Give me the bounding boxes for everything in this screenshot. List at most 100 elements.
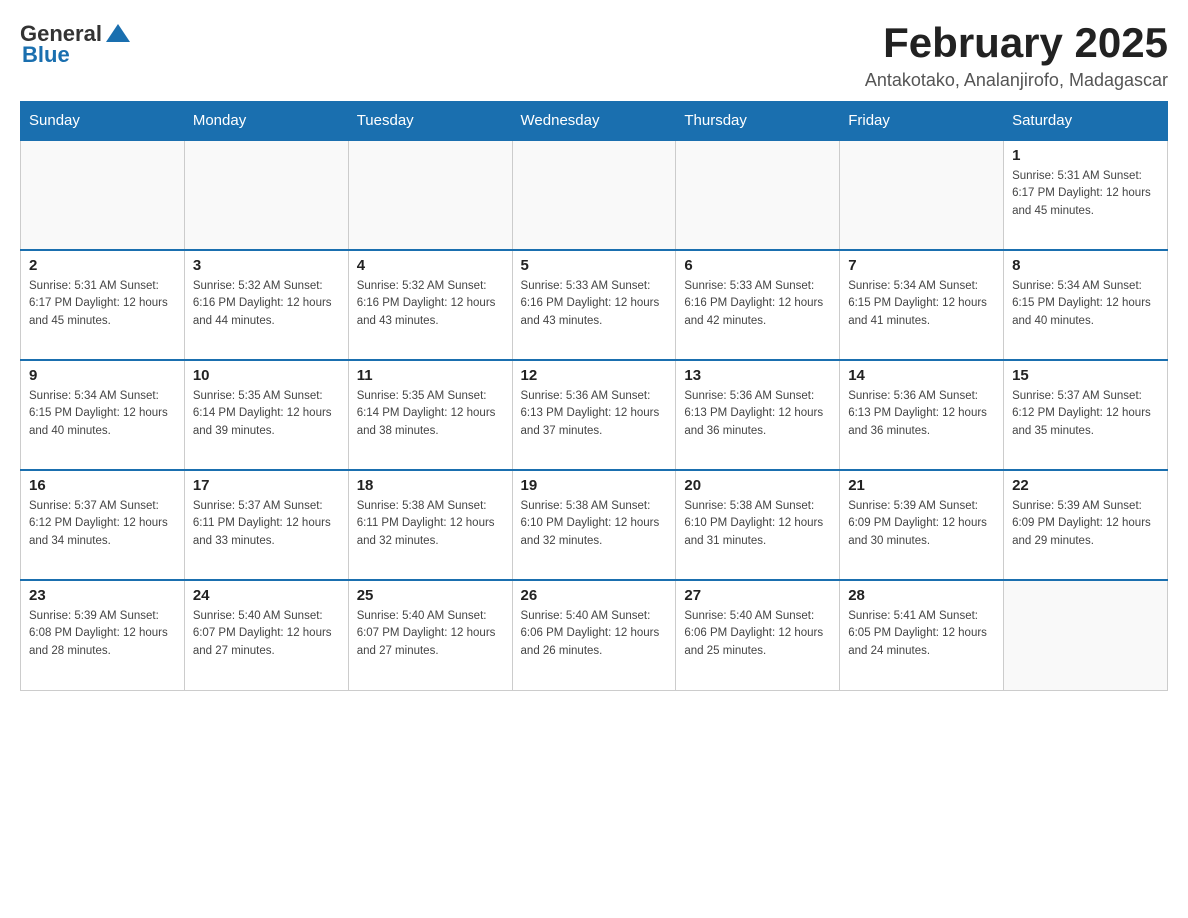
- day-number: 17: [193, 477, 340, 494]
- weekday-header-thursday: Thursday: [676, 102, 840, 141]
- calendar-cell: 13 Sunrise: 5:36 AM Sunset: 6:13 PM Dayli…: [676, 360, 840, 470]
- logo-blue-text: Blue: [22, 42, 70, 68]
- day-number: 11: [357, 367, 504, 384]
- calendar-cell: 11 Sunrise: 5:35 AM Sunset: 6:14 PM Dayli…: [348, 360, 512, 470]
- calendar-cell: 20 Sunrise: 5:38 AM Sunset: 6:10 PM Dayli…: [676, 470, 840, 580]
- calendar-cell: 17 Sunrise: 5:37 AM Sunset: 6:11 PM Dayli…: [184, 470, 348, 580]
- calendar-week-row: 1 Sunrise: 5:31 AM Sunset: 6:17 PM Daylig…: [21, 140, 1168, 250]
- calendar-cell: 27 Sunrise: 5:40 AM Sunset: 6:06 PM Dayli…: [676, 580, 840, 690]
- day-number: 21: [848, 477, 995, 494]
- weekday-header-wednesday: Wednesday: [512, 102, 676, 141]
- day-number: 24: [193, 587, 340, 604]
- day-info: Sunrise: 5:36 AM Sunset: 6:13 PM Dayligh…: [848, 388, 995, 440]
- calendar-cell: 6Sunrise: 5:33 AM Sunset: 6:16 PM Daylig…: [676, 250, 840, 360]
- day-info: Sunrise: 5:36 AM Sunset: 6:13 PM Dayligh…: [684, 388, 831, 440]
- day-info: Sunrise: 5:34 AM Sunset: 6:15 PM Dayligh…: [1012, 278, 1159, 330]
- calendar-cell: 28Sunrise: 5:41 AM Sunset: 6:05 PM Dayli…: [840, 580, 1004, 690]
- calendar-cell: 7 Sunrise: 5:34 AM Sunset: 6:15 PM Daylig…: [840, 250, 1004, 360]
- day-info: Sunrise: 5:34 AM Sunset: 6:15 PM Dayligh…: [848, 278, 995, 330]
- day-number: 22: [1012, 477, 1159, 494]
- page-header: General Blue February 2025 Antakotako, A…: [20, 20, 1168, 91]
- weekday-header-tuesday: Tuesday: [348, 102, 512, 141]
- weekday-header-saturday: Saturday: [1004, 102, 1168, 141]
- calendar-cell: 25Sunrise: 5:40 AM Sunset: 6:07 PM Dayli…: [348, 580, 512, 690]
- day-info: Sunrise: 5:35 AM Sunset: 6:14 PM Dayligh…: [357, 388, 504, 440]
- location-text: Antakotako, Analanjirofo, Madagascar: [865, 70, 1168, 91]
- day-number: 23: [29, 587, 176, 604]
- logo: General Blue: [20, 20, 132, 68]
- day-info: Sunrise: 5:31 AM Sunset: 6:17 PM Dayligh…: [1012, 168, 1159, 220]
- calendar-cell: 12 Sunrise: 5:36 AM Sunset: 6:13 PM Dayli…: [512, 360, 676, 470]
- day-number: 3: [193, 257, 340, 274]
- day-info: Sunrise: 5:40 AM Sunset: 6:07 PM Dayligh…: [357, 608, 504, 660]
- day-info: Sunrise: 5:38 AM Sunset: 6:11 PM Dayligh…: [357, 498, 504, 550]
- day-info: Sunrise: 5:34 AM Sunset: 6:15 PM Dayligh…: [29, 388, 176, 440]
- day-number: 13: [684, 367, 831, 384]
- day-info: Sunrise: 5:31 AM Sunset: 6:17 PM Dayligh…: [29, 278, 176, 330]
- day-number: 16: [29, 477, 176, 494]
- day-info: Sunrise: 5:32 AM Sunset: 6:16 PM Dayligh…: [193, 278, 340, 330]
- calendar-cell: [184, 140, 348, 250]
- calendar-cell: 15 Sunrise: 5:37 AM Sunset: 6:12 PM Dayli…: [1004, 360, 1168, 470]
- day-number: 12: [521, 367, 668, 384]
- day-info: Sunrise: 5:37 AM Sunset: 6:12 PM Dayligh…: [1012, 388, 1159, 440]
- logo-triangle-icon: [104, 20, 132, 48]
- weekday-header-sunday: Sunday: [21, 102, 185, 141]
- calendar-cell: 21Sunrise: 5:39 AM Sunset: 6:09 PM Dayli…: [840, 470, 1004, 580]
- day-info: Sunrise: 5:32 AM Sunset: 6:16 PM Dayligh…: [357, 278, 504, 330]
- day-info: Sunrise: 5:39 AM Sunset: 6:08 PM Dayligh…: [29, 608, 176, 660]
- calendar-cell: [676, 140, 840, 250]
- calendar-cell: 19Sunrise: 5:38 AM Sunset: 6:10 PM Dayli…: [512, 470, 676, 580]
- day-info: Sunrise: 5:38 AM Sunset: 6:10 PM Dayligh…: [521, 498, 668, 550]
- day-info: Sunrise: 5:37 AM Sunset: 6:11 PM Dayligh…: [193, 498, 340, 550]
- day-number: 10: [193, 367, 340, 384]
- calendar-cell: 4Sunrise: 5:32 AM Sunset: 6:16 PM Daylig…: [348, 250, 512, 360]
- calendar-week-row: 2 Sunrise: 5:31 AM Sunset: 6:17 PM Daylig…: [21, 250, 1168, 360]
- calendar-cell: [348, 140, 512, 250]
- day-info: Sunrise: 5:40 AM Sunset: 6:07 PM Dayligh…: [193, 608, 340, 660]
- day-number: 7: [848, 257, 995, 274]
- calendar-cell: [840, 140, 1004, 250]
- day-number: 1: [1012, 147, 1159, 164]
- day-number: 6: [684, 257, 831, 274]
- day-number: 27: [684, 587, 831, 604]
- weekday-header-friday: Friday: [840, 102, 1004, 141]
- calendar-cell: 8 Sunrise: 5:34 AM Sunset: 6:15 PM Daylig…: [1004, 250, 1168, 360]
- day-number: 18: [357, 477, 504, 494]
- day-number: 9: [29, 367, 176, 384]
- day-info: Sunrise: 5:38 AM Sunset: 6:10 PM Dayligh…: [684, 498, 831, 550]
- calendar-table: SundayMondayTuesdayWednesdayThursdayFrid…: [20, 101, 1168, 691]
- day-number: 26: [521, 587, 668, 604]
- calendar-cell: [21, 140, 185, 250]
- calendar-cell: 5 Sunrise: 5:33 AM Sunset: 6:16 PM Daylig…: [512, 250, 676, 360]
- calendar-week-row: 9 Sunrise: 5:34 AM Sunset: 6:15 PM Daylig…: [21, 360, 1168, 470]
- calendar-header-row: SundayMondayTuesdayWednesdayThursdayFrid…: [21, 102, 1168, 141]
- day-number: 14: [848, 367, 995, 384]
- day-info: Sunrise: 5:39 AM Sunset: 6:09 PM Dayligh…: [1012, 498, 1159, 550]
- calendar-cell: 2 Sunrise: 5:31 AM Sunset: 6:17 PM Daylig…: [21, 250, 185, 360]
- calendar-cell: 18 Sunrise: 5:38 AM Sunset: 6:11 PM Dayli…: [348, 470, 512, 580]
- calendar-cell: [1004, 580, 1168, 690]
- calendar-week-row: 23 Sunrise: 5:39 AM Sunset: 6:08 PM Dayli…: [21, 580, 1168, 690]
- day-info: Sunrise: 5:37 AM Sunset: 6:12 PM Dayligh…: [29, 498, 176, 550]
- day-number: 2: [29, 257, 176, 274]
- day-info: Sunrise: 5:33 AM Sunset: 6:16 PM Dayligh…: [521, 278, 668, 330]
- weekday-header-monday: Monday: [184, 102, 348, 141]
- day-number: 28: [848, 587, 995, 604]
- calendar-cell: 9 Sunrise: 5:34 AM Sunset: 6:15 PM Daylig…: [21, 360, 185, 470]
- title-section: February 2025 Antakotako, Analanjirofo, …: [865, 20, 1168, 91]
- month-title: February 2025: [865, 20, 1168, 66]
- calendar-week-row: 16 Sunrise: 5:37 AM Sunset: 6:12 PM Dayli…: [21, 470, 1168, 580]
- day-number: 20: [684, 477, 831, 494]
- calendar-cell: 14 Sunrise: 5:36 AM Sunset: 6:13 PM Dayli…: [840, 360, 1004, 470]
- calendar-cell: 10 Sunrise: 5:35 AM Sunset: 6:14 PM Dayli…: [184, 360, 348, 470]
- day-number: 5: [521, 257, 668, 274]
- day-number: 8: [1012, 257, 1159, 274]
- day-info: Sunrise: 5:40 AM Sunset: 6:06 PM Dayligh…: [684, 608, 831, 660]
- calendar-cell: 22 Sunrise: 5:39 AM Sunset: 6:09 PM Dayli…: [1004, 470, 1168, 580]
- day-info: Sunrise: 5:35 AM Sunset: 6:14 PM Dayligh…: [193, 388, 340, 440]
- day-info: Sunrise: 5:36 AM Sunset: 6:13 PM Dayligh…: [521, 388, 668, 440]
- calendar-cell: [512, 140, 676, 250]
- day-number: 15: [1012, 367, 1159, 384]
- calendar-cell: 1 Sunrise: 5:31 AM Sunset: 6:17 PM Daylig…: [1004, 140, 1168, 250]
